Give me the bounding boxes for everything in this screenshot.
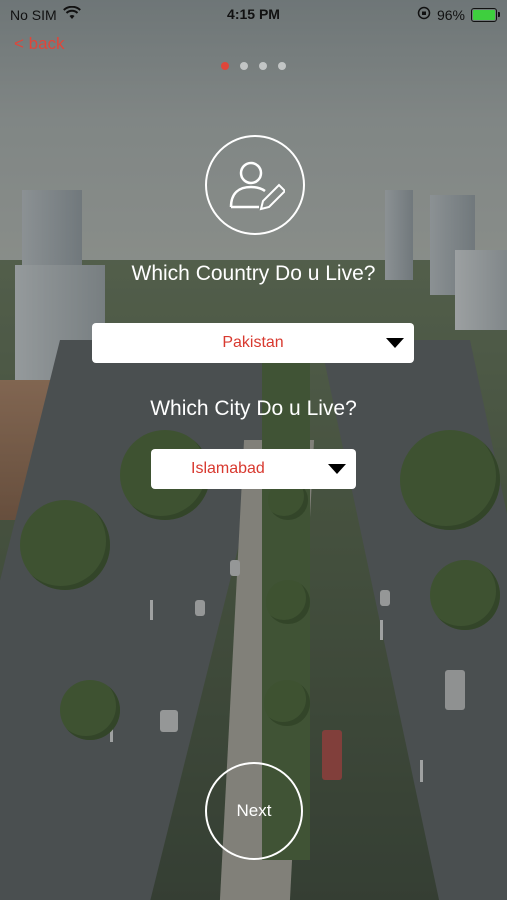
battery-icon bbox=[471, 7, 500, 22]
dropdown-arrow-icon bbox=[328, 464, 346, 474]
country-question: Which Country Do u Live? bbox=[131, 262, 376, 285]
profile-avatar bbox=[205, 135, 305, 235]
page-dot-2 bbox=[240, 62, 248, 70]
city-select[interactable]: Islamabad bbox=[151, 449, 356, 489]
city-question: Which City Do u Live? bbox=[150, 397, 357, 420]
dropdown-arrow-icon bbox=[386, 338, 404, 348]
page-dot-4 bbox=[278, 62, 286, 70]
country-select-value: Pakistan bbox=[222, 334, 284, 351]
page-dot-3 bbox=[259, 62, 267, 70]
country-select[interactable]: Pakistan bbox=[92, 323, 414, 363]
city-select-value: Islamabad bbox=[191, 460, 265, 477]
status-bar: No SIM 4:15 PM 96% bbox=[0, 0, 507, 28]
page-dot-1 bbox=[221, 62, 229, 70]
page-indicator bbox=[0, 62, 507, 70]
next-button[interactable]: Next bbox=[205, 762, 303, 860]
back-button[interactable]: < back bbox=[14, 34, 65, 54]
orientation-lock-icon bbox=[417, 6, 431, 23]
user-edit-icon bbox=[229, 161, 285, 211]
battery-percent: 96% bbox=[436, 6, 465, 23]
